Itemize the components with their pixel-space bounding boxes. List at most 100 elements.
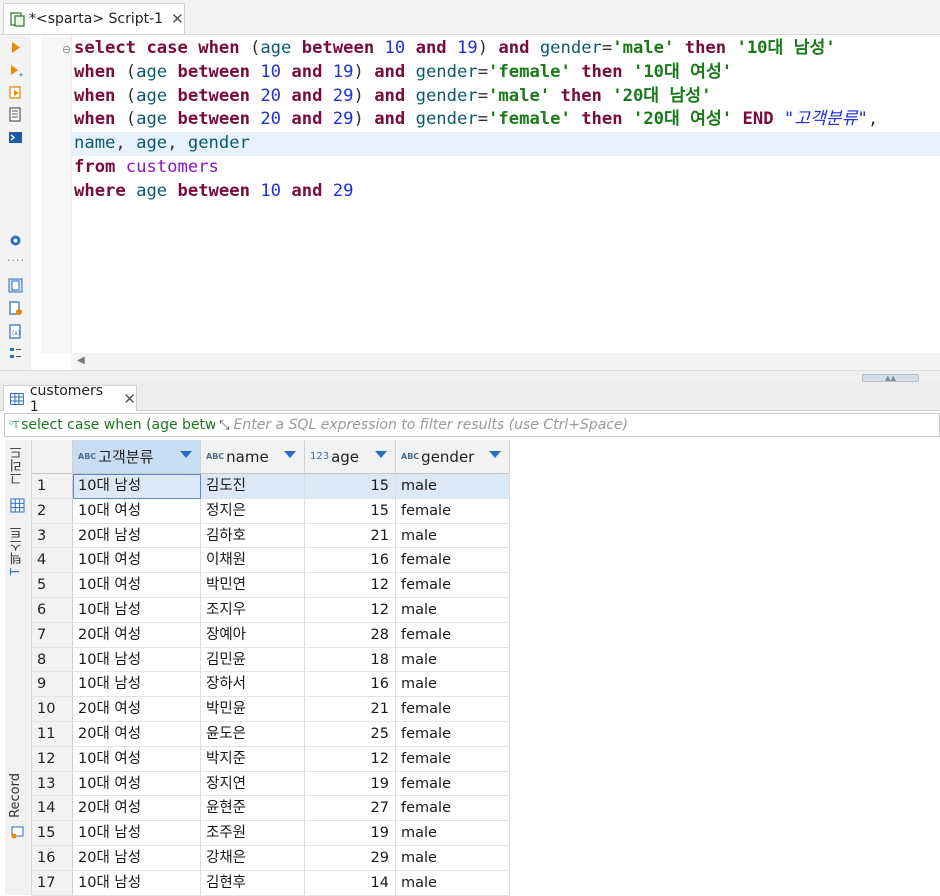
table-cell[interactable]: 20대 여성: [73, 622, 201, 648]
table-cell[interactable]: 조주원: [201, 821, 305, 846]
row-number[interactable]: 13: [32, 771, 73, 797]
show-results-icon[interactable]: [8, 278, 23, 293]
table-cell[interactable]: 장지연: [201, 771, 305, 797]
close-icon[interactable]: ✕: [123, 390, 136, 408]
table-cell[interactable]: 이채원: [201, 548, 305, 574]
table-cell[interactable]: 25: [305, 722, 396, 747]
row-number[interactable]: 8: [32, 647, 73, 673]
table-cell[interactable]: 18: [305, 647, 396, 673]
sort-dropdown-icon[interactable]: [489, 451, 501, 458]
record-view-icon[interactable]: [10, 824, 25, 839]
row-number[interactable]: 7: [32, 622, 73, 648]
table-cell[interactable]: male: [396, 474, 510, 499]
table-cell[interactable]: 29: [305, 846, 396, 871]
table-cell[interactable]: 박지준: [201, 746, 305, 772]
row-number[interactable]: 2: [32, 498, 73, 524]
table-cell[interactable]: male: [396, 647, 510, 673]
table-cell[interactable]: 27: [305, 796, 396, 822]
row-number[interactable]: 9: [32, 672, 73, 698]
explain-plan-icon[interactable]: [8, 107, 23, 122]
table-cell[interactable]: 12: [305, 746, 396, 772]
table-cell[interactable]: 20대 여성: [73, 697, 201, 722]
row-number[interactable]: 17: [32, 870, 73, 896]
table-cell[interactable]: 김도진: [201, 474, 305, 499]
table-cell[interactable]: male: [396, 870, 510, 896]
table-cell[interactable]: male: [396, 821, 510, 846]
filter-input[interactable]: [233, 417, 939, 433]
sort-dropdown-icon[interactable]: [375, 451, 387, 458]
table-cell[interactable]: 20대 남성: [73, 846, 201, 871]
table-cell[interactable]: 19: [305, 821, 396, 846]
table-cell[interactable]: female: [396, 771, 510, 797]
maximize-panel-handle[interactable]: ▲▲: [862, 374, 919, 382]
results-tab[interactable]: customers 1 ✕: [3, 383, 137, 415]
table-cell[interactable]: male: [396, 846, 510, 871]
table-cell[interactable]: male: [396, 523, 510, 549]
grid-corner[interactable]: [32, 440, 73, 474]
console-icon[interactable]: [8, 130, 23, 145]
table-cell[interactable]: 조지우: [201, 598, 305, 623]
sql-line[interactable]: when (age between 20 and 29) and gender=…: [74, 108, 940, 132]
table-cell[interactable]: 10대 남성: [73, 474, 201, 499]
row-number[interactable]: 5: [32, 573, 73, 598]
table-cell[interactable]: 12: [305, 598, 396, 623]
table-cell[interactable]: 강채은: [201, 846, 305, 871]
table-cell[interactable]: 10대 여성: [73, 548, 201, 574]
sql-line[interactable]: name, age, gender: [71, 132, 940, 156]
column-header[interactable]: ABC name: [201, 440, 305, 474]
sql-line[interactable]: from customers: [74, 156, 940, 180]
table-cell[interactable]: 16: [305, 672, 396, 698]
sql-code[interactable]: select case when (age between 10 and 19)…: [71, 37, 940, 204]
horizontal-scrollbar[interactable]: ◀: [71, 353, 940, 370]
sql-line[interactable]: where age between 10 and 29: [74, 180, 940, 204]
sort-dropdown-icon[interactable]: [180, 451, 192, 458]
execute-script-icon[interactable]: [8, 85, 23, 100]
row-number[interactable]: 1: [32, 474, 73, 499]
outline-icon[interactable]: [8, 346, 23, 361]
expand-icon[interactable]: ⤡: [219, 418, 229, 433]
row-number[interactable]: 12: [32, 746, 73, 772]
row-number[interactable]: 6: [32, 598, 73, 623]
table-cell[interactable]: 20대 여성: [73, 796, 201, 822]
table-cell[interactable]: female: [396, 796, 510, 822]
grid-view-tab[interactable]: 그리드: [8, 446, 27, 485]
table-cell[interactable]: female: [396, 548, 510, 574]
sql-line[interactable]: when (age between 10 and 19) and gender=…: [74, 61, 940, 85]
gear-icon[interactable]: [8, 233, 23, 248]
execute-statement-icon[interactable]: [8, 40, 23, 55]
sql-line[interactable]: select case when (age between 10 and 19)…: [74, 37, 940, 61]
execute-new-tab-icon[interactable]: +: [8, 63, 23, 78]
export-icon[interactable]: (x): [8, 324, 23, 339]
table-cell[interactable]: 윤도은: [201, 722, 305, 747]
table-cell[interactable]: 20대 여성: [73, 722, 201, 747]
column-header[interactable]: ABC 고객분류: [73, 440, 201, 474]
table-cell[interactable]: 20대 남성: [73, 523, 201, 549]
table-cell[interactable]: 10대 여성: [73, 573, 201, 598]
table-cell[interactable]: female: [396, 697, 510, 722]
table-cell[interactable]: 박민연: [201, 573, 305, 598]
table-cell[interactable]: 김하호: [201, 523, 305, 549]
table-cell[interactable]: 10대 남성: [73, 598, 201, 623]
row-number[interactable]: 15: [32, 821, 73, 846]
sql-line[interactable]: when (age between 20 and 29) and gender=…: [74, 85, 940, 109]
table-cell[interactable]: 12: [305, 573, 396, 598]
query-preview[interactable]: select case when (age betw: [21, 417, 215, 433]
table-cell[interactable]: 15: [305, 474, 396, 499]
row-number[interactable]: 11: [32, 722, 73, 747]
table-cell[interactable]: 윤현준: [201, 796, 305, 822]
table-cell[interactable]: 장하서: [201, 672, 305, 698]
table-cell[interactable]: 10대 남성: [73, 821, 201, 846]
table-cell[interactable]: 16: [305, 548, 396, 574]
table-cell[interactable]: male: [396, 672, 510, 698]
script-tab[interactable]: *<sparta> Script-1 ✕: [3, 3, 185, 34]
table-cell[interactable]: 21: [305, 523, 396, 549]
table-cell[interactable]: female: [396, 722, 510, 747]
scroll-left-icon[interactable]: ◀: [77, 355, 85, 366]
grid-view-icon[interactable]: [10, 498, 25, 513]
table-cell[interactable]: 15: [305, 498, 396, 524]
table-cell[interactable]: male: [396, 598, 510, 623]
table-cell[interactable]: 김민윤: [201, 647, 305, 673]
row-number[interactable]: 10: [32, 697, 73, 722]
text-view-icon[interactable]: T: [8, 568, 22, 575]
record-view-tab[interactable]: Record: [8, 773, 23, 818]
